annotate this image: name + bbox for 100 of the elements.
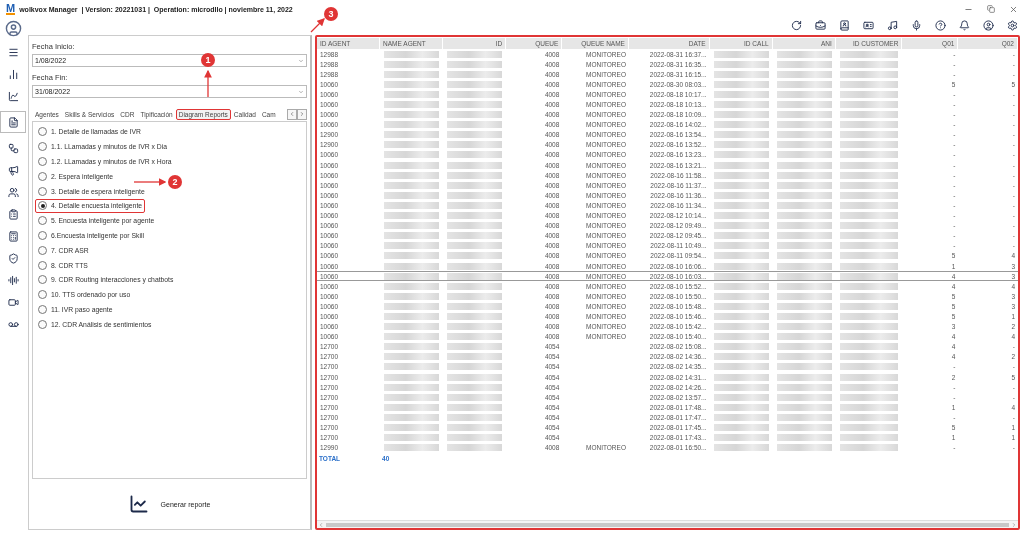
redacted-block [447,434,503,442]
redacted-block [713,424,769,431]
menu-icon[interactable] [7,46,19,58]
redacted-block [776,90,832,98]
redacted-block [384,181,440,189]
radio-button[interactable] [38,290,47,300]
redacted-block [447,141,503,149]
redacted-block [384,212,440,220]
checklist-icon[interactable] [7,208,19,220]
radio-button[interactable] [38,186,47,196]
redacted-block [839,282,899,290]
redacted-block [776,212,832,220]
radio-button[interactable] [38,245,47,255]
microphone-icon[interactable] [911,20,922,31]
redacted-block [447,101,503,108]
redacted-block [384,313,440,320]
calculator-icon[interactable] [7,230,19,242]
restore-icon[interactable] [987,4,995,13]
radio-button[interactable] [38,216,47,226]
user-icon[interactable] [983,20,994,31]
flow-icon[interactable] [7,142,19,154]
id-card-icon[interactable] [863,20,874,31]
redacted-block [713,343,769,351]
radio-button[interactable] [38,260,47,270]
redacted-block [447,171,503,179]
redacted-block [447,393,503,401]
redacted-block [447,302,503,310]
redacted-block [447,323,503,331]
redacted-block [776,353,832,361]
redacted-block [713,323,769,331]
redacted-block [839,444,899,452]
briefcase-icon[interactable] [815,20,826,31]
redacted-block [776,363,832,371]
redacted-block [713,242,769,250]
redacted-block [447,363,503,371]
redacted-block [384,70,440,78]
radio-button[interactable] [38,127,47,137]
redacted-block [713,161,769,169]
redacted-block [776,121,832,129]
radio-button[interactable] [38,230,47,240]
radio-button[interactable] [38,275,47,285]
redacted-block [384,60,440,68]
radio-button[interactable] [38,304,47,314]
redacted-block [384,90,440,98]
callout-badge: 3 [324,7,338,21]
close-icon[interactable] [1009,4,1018,14]
refresh-icon[interactable] [791,20,802,31]
redacted-block [776,373,832,381]
waveform-icon[interactable] [7,274,19,286]
shield-icon[interactable] [7,252,19,264]
redacted-block [776,413,832,421]
group-icon[interactable] [7,186,19,198]
redacted-block [713,302,769,310]
redacted-block [384,353,440,361]
redacted-block [776,282,832,290]
megaphone-icon[interactable] [7,164,19,176]
contacts-book-icon[interactable] [839,20,850,31]
help-icon[interactable] [935,20,946,31]
redacted-block [776,333,832,341]
chevron-right-icon [299,111,305,117]
app-logo: M [6,3,16,15]
callout-arrow [133,178,167,186]
settings-icon[interactable] [1007,20,1018,31]
redacted-block [839,222,899,230]
radio-button[interactable] [38,142,47,152]
redacted-block [776,292,832,300]
redacted-block [384,413,440,421]
redacted-block [384,80,440,88]
radio-button[interactable] [38,319,47,329]
redacted-block [447,232,503,240]
redacted-block [713,101,769,108]
redacted-block [776,434,832,442]
redacted-block [447,282,503,290]
music-note-icon[interactable] [887,20,898,31]
redacted-block [447,272,503,280]
redacted-block [839,373,899,381]
redacted-block [384,373,440,381]
redacted-block [713,80,769,88]
redacted-block [384,252,440,260]
redacted-block [776,222,832,230]
line-chart-icon[interactable] [7,90,19,102]
redacted-block [447,373,503,381]
redacted-block [776,272,832,280]
radio-button[interactable] [38,157,47,166]
redacted-block [776,70,832,78]
redacted-block [776,383,832,391]
redacted-block [776,252,832,260]
redacted-block [713,151,769,159]
redacted-block [447,403,503,411]
bar-chart-icon[interactable] [7,68,19,80]
redacted-block [839,262,899,270]
avatar-icon[interactable] [4,20,22,37]
redacted-block [384,50,440,58]
radio-button[interactable] [38,171,47,181]
bell-icon[interactable] [959,20,970,31]
video-icon[interactable] [7,296,19,308]
radio-button[interactable] [38,201,47,211]
document-icon[interactable] [7,116,19,128]
dropdown-caret-icon [298,88,304,95]
redacted-block [839,161,899,169]
